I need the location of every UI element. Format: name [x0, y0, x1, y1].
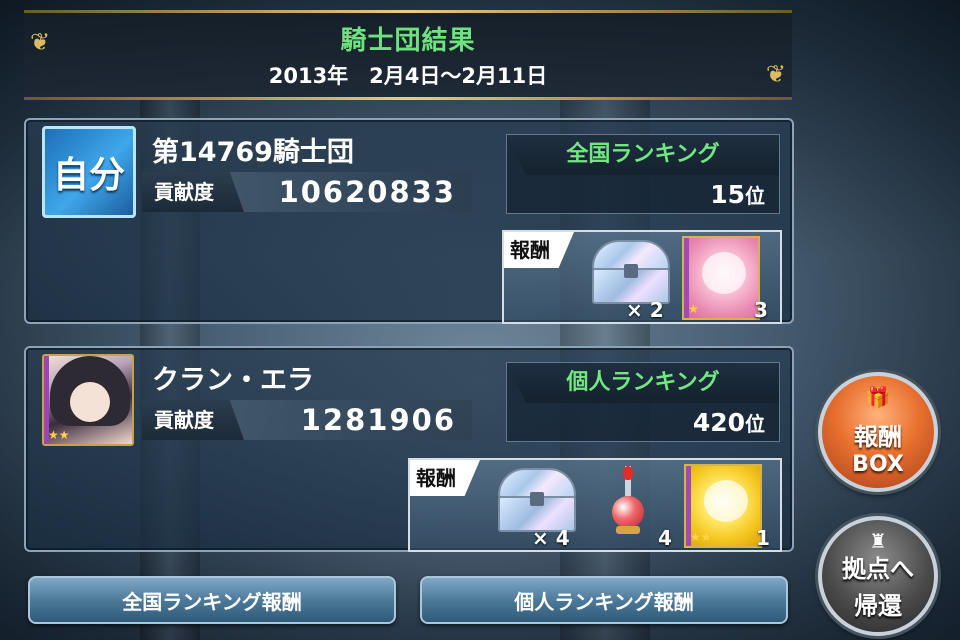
- player-panel: ★★ クラン・エラ 貢献度 1281906 個人ランキング 420位 報酬 × …: [24, 346, 794, 552]
- return-to-base-button[interactable]: ♜ 拠点へ 帰還: [818, 516, 938, 636]
- treasure-chest-icon: [494, 468, 580, 534]
- reward-quantity: × 2: [626, 298, 664, 322]
- period-text: 2013年 2月4日〜2月11日: [268, 64, 548, 88]
- national-ranking-box: 全国ランキング 15位: [506, 134, 780, 214]
- gold-trim-top: [24, 10, 792, 13]
- player-name: クラン・エラ: [152, 365, 314, 396]
- contribution-label: 貢献度: [142, 172, 244, 212]
- reward-quantity: 4: [658, 526, 672, 550]
- personal-ranking-box: 個人ランキング 420位: [506, 362, 780, 442]
- page-title: 騎士団結果: [340, 26, 476, 56]
- reward-box-sublabel: BOX: [852, 452, 904, 477]
- reward-box-button[interactable]: 🎁 報酬 BOX: [818, 372, 938, 492]
- pink-character-card-icon: ★: [682, 236, 760, 320]
- reward-box-label: 報酬: [854, 423, 902, 451]
- ranking-title: 全国ランキング: [507, 135, 779, 175]
- red-potion-icon: [606, 466, 650, 546]
- contribution-value: 1281906: [300, 403, 456, 437]
- ranking-value: 420位: [692, 408, 765, 437]
- contribution-row: 貢献度 10620833: [142, 172, 472, 212]
- reward-quantity: × 4: [532, 526, 570, 550]
- knight-order-panel: 自分 第14769騎士団 貢献度 10620833 全国ランキング 15位 報酬…: [24, 118, 794, 324]
- gold-trim-bottom: [24, 97, 792, 100]
- game-screen: ❦ ❦ 騎士団結果 2013年 2月4日〜2月11日 自分 第14769騎士団 …: [0, 0, 960, 640]
- treasure-chest-icon: [588, 240, 674, 306]
- return-label: 拠点へ: [842, 555, 914, 583]
- reward-quantity: 1: [756, 526, 770, 550]
- self-badge: 自分: [42, 126, 136, 218]
- ranking-title: 個人ランキング: [507, 363, 779, 403]
- contribution-row: 貢献度 1281906: [142, 400, 472, 440]
- reward-box: 報酬 × 4 4 ★★ 1: [408, 458, 782, 552]
- ranking-value: 15位: [710, 180, 765, 209]
- gift-icon: 🎁: [865, 385, 891, 409]
- castle-icon: ♜: [869, 529, 887, 553]
- knight-order-name: 第14769騎士団: [152, 137, 354, 168]
- contribution-label: 貢献度: [142, 400, 244, 440]
- reward-quantity: 3: [754, 298, 768, 322]
- personal-ranking-reward-button[interactable]: 個人ランキング報酬: [420, 576, 788, 624]
- return-sublabel: 帰還: [854, 592, 902, 620]
- reward-label: 報酬: [410, 460, 480, 496]
- reward-label: 報酬: [504, 232, 574, 268]
- results-header: ❦ ❦ 騎士団結果 2013年 2月4日〜2月11日: [24, 10, 792, 100]
- reward-box: 報酬 × 2 ★ 3: [502, 230, 782, 324]
- yellow-character-card-icon: ★★: [684, 464, 762, 548]
- national-ranking-reward-button[interactable]: 全国ランキング報酬: [28, 576, 396, 624]
- player-avatar[interactable]: ★★: [42, 354, 134, 446]
- contribution-value: 10620833: [278, 175, 456, 209]
